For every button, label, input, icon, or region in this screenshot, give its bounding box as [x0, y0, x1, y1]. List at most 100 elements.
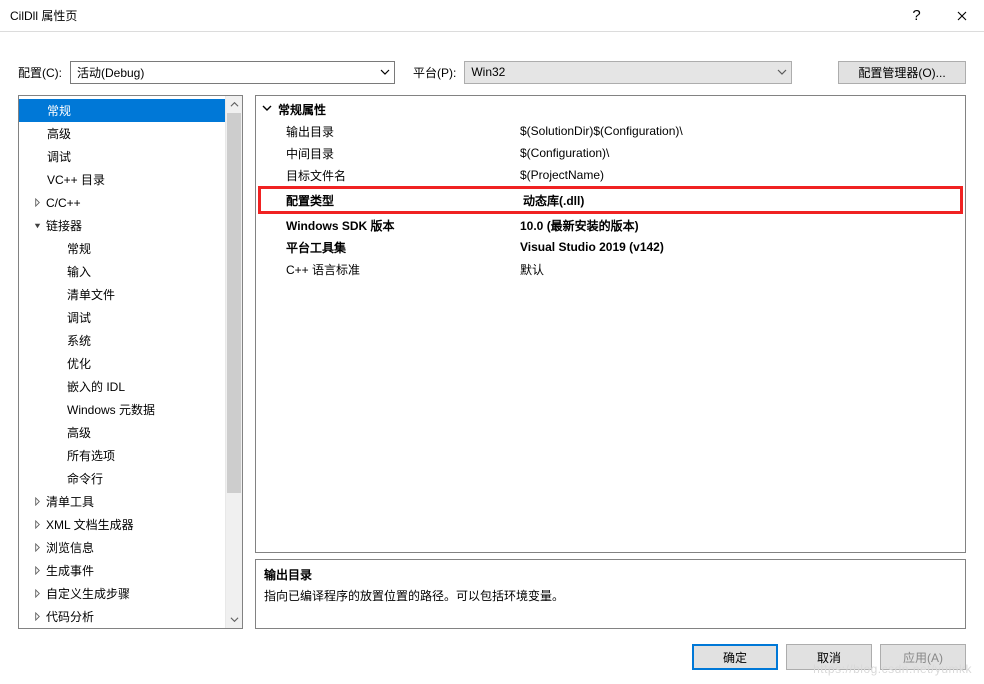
tree-item[interactable]: 生成事件 [19, 559, 225, 582]
description-title: 输出目录 [264, 566, 957, 583]
tree-item[interactable]: 链接器 [19, 214, 225, 237]
tree-item-label: 优化 [67, 355, 91, 372]
close-button[interactable] [939, 0, 984, 32]
tree-item[interactable]: 常规 [19, 237, 225, 260]
config-toolbar: 配置(C): 活动(Debug) 平台(P): Win32 配置管理器(O)..… [0, 52, 984, 92]
property-value: $(SolutionDir)$(Configuration)\ [520, 124, 963, 138]
tree-item-label: 调试 [47, 148, 71, 165]
tree-item[interactable]: 调试 [19, 145, 225, 168]
scroll-thumb[interactable] [227, 113, 241, 493]
tree-scrollbar[interactable] [225, 96, 242, 628]
description-panel: 输出目录 指向已编译程序的放置位置的路径。可以包括环境变量。 [255, 559, 966, 629]
cancel-button[interactable]: 取消 [786, 644, 872, 670]
property-name: Windows SDK 版本 [258, 217, 520, 234]
tree-item-label: 生成事件 [46, 562, 94, 579]
tree-item-label: 常规 [47, 102, 71, 119]
scroll-down-icon[interactable] [226, 611, 242, 628]
expander-closed-icon[interactable] [32, 197, 43, 208]
config-value: 活动(Debug) [77, 64, 144, 81]
tree-item-label: 代码分析 [46, 608, 94, 625]
window-title: CilDll 属性页 [10, 7, 77, 24]
config-manager-button[interactable]: 配置管理器(O)... [838, 61, 966, 84]
ok-button[interactable]: 确定 [692, 644, 778, 670]
chevron-down-icon [380, 65, 390, 82]
expander-closed-icon[interactable] [32, 519, 43, 530]
tree-item[interactable]: 常规 [19, 99, 225, 122]
nav-tree: 常规高级调试VC++ 目录C/C++链接器常规输入清单文件调试系统优化嵌入的 I… [18, 95, 243, 629]
expander-open-icon[interactable] [32, 220, 43, 231]
chevron-down-icon [262, 102, 272, 116]
property-row[interactable]: 平台工具集Visual Studio 2019 (v142) [258, 236, 963, 258]
property-value: 默认 [520, 261, 963, 278]
tree-item-label: 嵌入的 IDL [67, 378, 125, 395]
tree-item-label: 清单工具 [46, 493, 94, 510]
platform-label: 平台(P): [413, 64, 456, 81]
property-row[interactable]: C++ 语言标准默认 [258, 258, 963, 280]
property-name: 平台工具集 [258, 239, 520, 256]
property-name: 配置类型 [261, 192, 523, 209]
property-row[interactable]: 目标文件名$(ProjectName) [258, 164, 963, 186]
tree-item-label: VC++ 目录 [47, 171, 105, 188]
tree-item[interactable]: 代码分析 [19, 605, 225, 628]
property-row[interactable]: 输出目录$(SolutionDir)$(Configuration)\ [258, 120, 963, 142]
property-row[interactable]: Windows SDK 版本10.0 (最新安装的版本) [258, 214, 963, 236]
property-name: 中间目录 [258, 145, 520, 162]
property-name: 输出目录 [258, 123, 520, 140]
tree-item[interactable]: 浏览信息 [19, 536, 225, 559]
platform-value: Win32 [471, 65, 505, 79]
tree-item[interactable]: 高级 [19, 122, 225, 145]
tree-item[interactable]: 所有选项 [19, 444, 225, 467]
tree-item-label: 命令行 [67, 470, 103, 487]
property-value: $(Configuration)\ [520, 146, 963, 160]
tree-item-label: 输入 [67, 263, 91, 280]
tree-item-label: 调试 [67, 309, 91, 326]
property-name: 目标文件名 [258, 167, 520, 184]
tree-item[interactable]: 调试 [19, 306, 225, 329]
tree-item[interactable]: 命令行 [19, 467, 225, 490]
platform-combo[interactable]: Win32 [464, 61, 792, 84]
tree-item-label: 所有选项 [67, 447, 115, 464]
tree-item[interactable]: Windows 元数据 [19, 398, 225, 421]
tree-item[interactable]: 输入 [19, 260, 225, 283]
expander-closed-icon[interactable] [32, 496, 43, 507]
property-row[interactable]: 中间目录$(Configuration)\ [258, 142, 963, 164]
help-button[interactable]: ? [894, 0, 939, 32]
config-combo[interactable]: 活动(Debug) [70, 61, 395, 84]
property-value: Visual Studio 2019 (v142) [520, 240, 963, 254]
property-group-header[interactable]: 常规属性 [258, 98, 963, 120]
property-value: 10.0 (最新安装的版本) [520, 217, 963, 234]
tree-item[interactable]: 清单工具 [19, 490, 225, 513]
tree-item[interactable]: 清单文件 [19, 283, 225, 306]
expander-closed-icon[interactable] [32, 542, 43, 553]
tree-item[interactable]: 嵌入的 IDL [19, 375, 225, 398]
tree-item-label: XML 文档生成器 [46, 516, 134, 533]
tree-item[interactable]: 系统 [19, 329, 225, 352]
tree-item-label: 高级 [47, 125, 71, 142]
expander-closed-icon[interactable] [32, 588, 43, 599]
tree-item[interactable]: 自定义生成步骤 [19, 582, 225, 605]
tree-item[interactable]: C/C++ [19, 191, 225, 214]
expander-closed-icon[interactable] [32, 611, 43, 622]
tree-item-label: 清单文件 [67, 286, 115, 303]
tree-item[interactable]: XML 文档生成器 [19, 513, 225, 536]
tree-item-label: 浏览信息 [46, 539, 94, 556]
title-bar: CilDll 属性页 ? [0, 0, 984, 32]
tree-item-label: C/C++ [46, 196, 81, 210]
tree-item-label: 系统 [67, 332, 91, 349]
property-name: C++ 语言标准 [258, 261, 520, 278]
property-value: 动态库(.dll) [523, 192, 960, 209]
property-grid: 常规属性 输出目录$(SolutionDir)$(Configuration)\… [255, 95, 966, 553]
tree-item-label: 链接器 [46, 217, 82, 234]
tree-item[interactable]: 优化 [19, 352, 225, 375]
tree-item-label: 高级 [67, 424, 91, 441]
property-row[interactable]: 配置类型动态库(.dll) [258, 186, 963, 214]
expander-closed-icon[interactable] [32, 565, 43, 576]
apply-button[interactable]: 应用(A) [880, 644, 966, 670]
description-body: 指向已编译程序的放置位置的路径。可以包括环境变量。 [264, 587, 957, 604]
tree-item-label: 常规 [67, 240, 91, 257]
config-label: 配置(C): [18, 64, 62, 81]
scroll-up-icon[interactable] [226, 96, 242, 113]
tree-item[interactable]: VC++ 目录 [19, 168, 225, 191]
tree-item[interactable]: 高级 [19, 421, 225, 444]
tree-item-label: Windows 元数据 [67, 401, 155, 418]
